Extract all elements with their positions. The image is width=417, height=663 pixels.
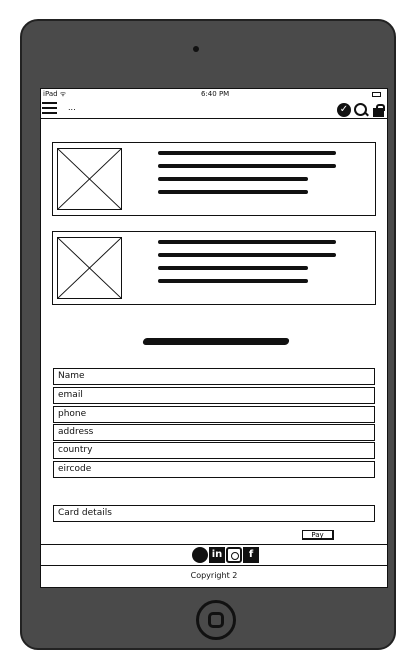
product-card[interactable] [52, 231, 376, 305]
hamburger-menu-icon[interactable] [42, 102, 57, 116]
screen: iPad ᯤ 6:40 PM ... ✓ Name email phone ad… [40, 88, 388, 588]
nav-icons: ✓ [337, 101, 385, 118]
instagram-icon[interactable] [226, 547, 242, 563]
phone-field[interactable]: phone [53, 406, 375, 423]
placeholder-image [57, 237, 122, 299]
section-title-scribble [142, 338, 290, 345]
github-icon[interactable] [192, 547, 208, 563]
eircode-field[interactable]: eircode [53, 461, 375, 478]
product-description-scribble [158, 151, 336, 203]
battery-icon [372, 92, 381, 97]
linkedin-icon[interactable]: in [209, 547, 225, 563]
check-circle-icon[interactable]: ✓ [337, 102, 351, 117]
search-icon[interactable] [354, 102, 368, 117]
nav-label: ... [68, 103, 76, 112]
social-bar: in f [41, 544, 387, 566]
home-button[interactable] [196, 600, 236, 640]
copyright-text: Copyright 2 [190, 571, 238, 580]
country-field[interactable]: country [53, 442, 375, 459]
shopping-bag-icon[interactable] [371, 103, 385, 117]
status-bar: iPad ᯤ 6:40 PM [41, 89, 387, 100]
placeholder-image [57, 148, 122, 210]
card-details-field[interactable]: Card details [53, 505, 375, 522]
email-field[interactable]: email [53, 387, 375, 404]
product-description-scribble [158, 240, 336, 292]
carrier-label: iPad ᯤ [43, 90, 67, 98]
camera-icon [193, 46, 199, 52]
facebook-icon[interactable]: f [243, 547, 259, 563]
address-field[interactable]: address [53, 424, 375, 441]
product-card[interactable] [52, 142, 376, 216]
pay-button[interactable]: Pay [302, 530, 334, 540]
name-field[interactable]: Name [53, 368, 375, 385]
top-nav: ... ✓ [41, 100, 387, 119]
status-time: 6:40 PM [201, 90, 230, 98]
social-icons: in f [192, 547, 259, 563]
